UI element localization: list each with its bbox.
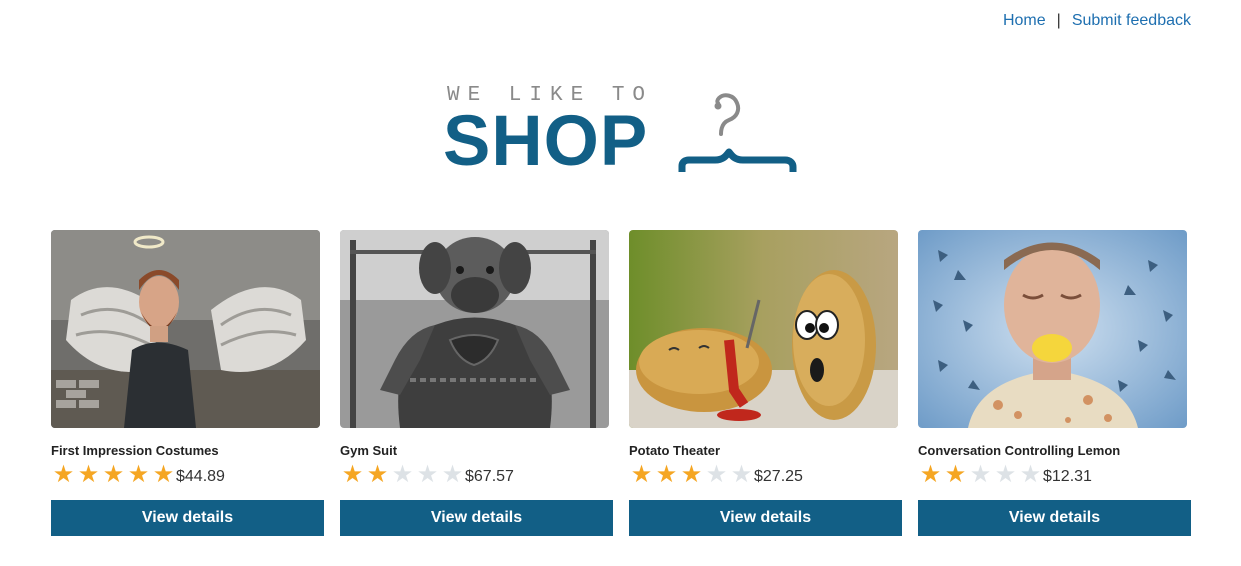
product-price: $12.31 xyxy=(1043,468,1092,485)
product-card: Conversation Controlling Lemon ★ ★ ★ ★ ★ $12… xyxy=(918,230,1192,536)
star-filled-icon: ★ xyxy=(655,461,678,488)
star-rating: ★ ★ ★ ★ ★ xyxy=(918,463,1043,487)
star-filled-icon: ★ xyxy=(919,461,942,488)
star-filled-icon: ★ xyxy=(944,461,967,488)
star-empty-icon: ★ xyxy=(416,461,439,488)
product-card: Potato Theater ★ ★ ★ ★ ★ $27.25 View details xyxy=(629,230,903,536)
star-filled-icon: ★ xyxy=(680,461,703,488)
star-rating: ★ ★ ★ ★ ★ xyxy=(629,463,754,487)
star-filled-icon: ★ xyxy=(366,461,389,488)
star-rating: ★ ★ ★ ★ ★ xyxy=(340,463,465,487)
star-filled-icon: ★ xyxy=(630,461,653,488)
product-price: $27.25 xyxy=(754,468,803,485)
top-navigation: Home | Submit feedback xyxy=(1003,12,1191,30)
product-price: $67.57 xyxy=(465,468,514,485)
star-rating: ★ ★ ★ ★ ★ xyxy=(51,463,176,487)
product-card: First Impression Costumes ★ ★ ★ ★ ★ $44.89 V… xyxy=(51,230,325,536)
star-empty-icon: ★ xyxy=(730,461,753,488)
star-empty-icon: ★ xyxy=(391,461,414,488)
star-empty-icon: ★ xyxy=(1019,461,1042,488)
product-title: Potato Theater xyxy=(629,443,721,458)
nav-separator: | xyxy=(1056,12,1061,29)
star-filled-icon: ★ xyxy=(127,461,150,488)
product-image-lemon[interactable] xyxy=(918,230,1187,428)
star-empty-icon: ★ xyxy=(705,461,728,488)
product-title: Gym Suit xyxy=(340,443,398,458)
hanger-icon xyxy=(678,93,797,172)
view-details-button[interactable]: View details xyxy=(629,500,902,536)
star-filled-icon: ★ xyxy=(52,461,75,488)
product-image-costume[interactable] xyxy=(51,230,320,428)
view-details-button[interactable]: View details xyxy=(918,500,1191,536)
shop-logo: WE LIKE TO SHOP xyxy=(443,82,803,182)
product-card: Gym Suit ★ ★ ★ ★ ★ $67.57 View details xyxy=(340,230,614,536)
product-title: First Impression Costumes xyxy=(51,443,219,458)
product-title: Conversation Controlling Lemon xyxy=(918,443,1121,458)
star-filled-icon: ★ xyxy=(341,461,364,488)
view-details-button[interactable]: View details xyxy=(340,500,613,536)
product-image-potato-theater[interactable] xyxy=(629,230,898,428)
submit-feedback-link[interactable]: Submit feedback xyxy=(1072,12,1191,30)
home-link[interactable]: Home xyxy=(1003,12,1046,30)
star-filled-icon: ★ xyxy=(152,461,175,488)
product-grid: First Impression Costumes ★ ★ ★ ★ ★ $44.89 V… xyxy=(51,230,1192,536)
star-filled-icon: ★ xyxy=(102,461,125,488)
star-empty-icon: ★ xyxy=(969,461,992,488)
star-filled-icon: ★ xyxy=(77,461,100,488)
view-details-button[interactable]: View details xyxy=(51,500,324,536)
star-empty-icon: ★ xyxy=(441,461,464,488)
logo-wordmark: SHOP xyxy=(443,102,649,181)
product-price: $44.89 xyxy=(176,468,225,485)
product-image-gym-suit[interactable] xyxy=(340,230,609,428)
star-empty-icon: ★ xyxy=(994,461,1017,488)
